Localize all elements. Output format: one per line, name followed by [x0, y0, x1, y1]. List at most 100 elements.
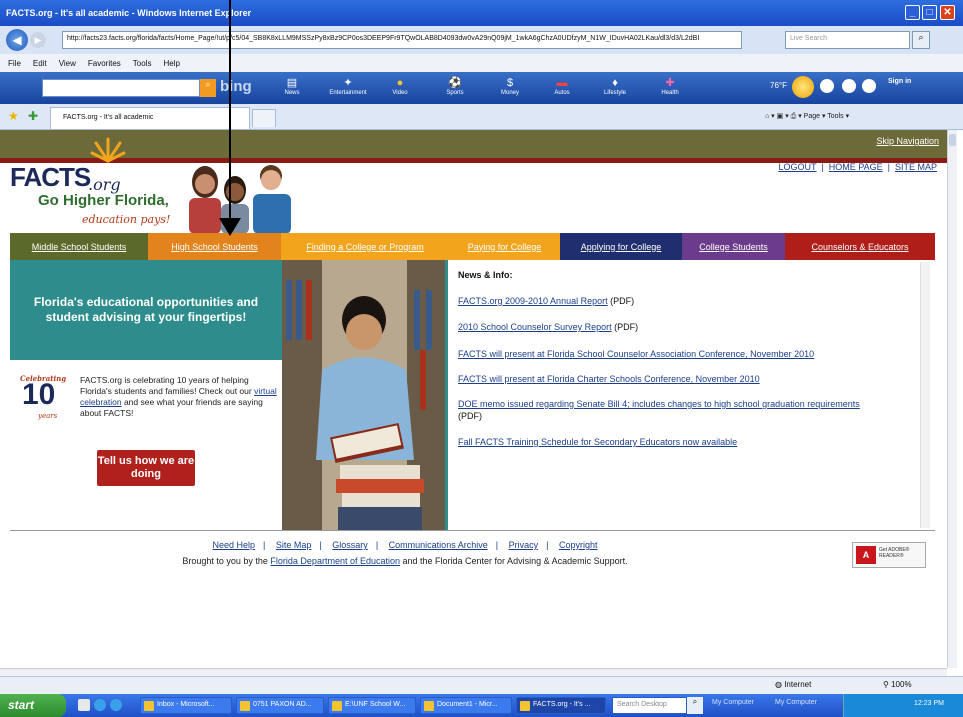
nav-counselors[interactable]: Counselors & Educators — [785, 233, 935, 260]
bing-toolbar: ⌕ bing ▤ News ✦ Entertainment ● Video ⚽ Spor… — [0, 72, 963, 104]
sun-icon — [792, 76, 814, 98]
back-arrow-icon: ◀ — [12, 33, 22, 47]
home-page-link[interactable]: HOME PAGE — [829, 162, 883, 172]
nav-paying-college[interactable]: Paying for College — [449, 233, 560, 260]
footer-site-map-link[interactable]: Site Map — [276, 540, 312, 550]
privacy-link[interactable]: Privacy — [509, 540, 539, 550]
my-computer-link[interactable]: My Computer — [775, 699, 817, 706]
menu-view[interactable]: View — [59, 59, 76, 68]
bing-search-input[interactable] — [42, 79, 200, 97]
adobe-pdf-icon: A — [856, 546, 876, 564]
ie-quicklaunch-icon[interactable] — [110, 699, 122, 711]
bing-item-money[interactable]: $ Money — [480, 76, 540, 96]
logo-facts[interactable]: FACTS — [10, 162, 91, 193]
menu-file[interactable]: File — [8, 59, 21, 68]
address-bar[interactable]: http://facts23.facts.org/florida/facts/H… — [62, 31, 742, 49]
command-bar[interactable]: ⌂ ▾ ▣ ▾ ⎙ ▾ Page ▾ Tools ▾ — [765, 112, 849, 121]
menu-help[interactable]: Help — [163, 59, 179, 68]
weather-temp: 76°F — [770, 81, 787, 90]
task-word[interactable]: Document1 - Micr... — [420, 697, 512, 714]
status-bar: ◍ Internet ⚲ 100% — [0, 676, 963, 694]
sign-in-button[interactable]: Sign in — [888, 78, 911, 85]
favorites-star-icon[interactable]: ★ — [8, 109, 19, 123]
news-link[interactable]: FACTS will present at Florida School Cou… — [458, 349, 814, 359]
messenger-icon[interactable] — [842, 79, 856, 93]
task-outlook[interactable]: Inbox - Microsoft... — [140, 697, 232, 714]
nav-applying-college[interactable]: Applying for College — [560, 233, 682, 260]
back-button[interactable]: ◀ — [6, 29, 28, 51]
new-tab-button[interactable] — [252, 109, 276, 127]
skip-navigation-link[interactable]: Skip Navigation — [876, 136, 939, 146]
bing-item-sports[interactable]: ⚽ Sports — [425, 76, 485, 96]
bing-search-icon[interactable]: ⌕ — [200, 79, 216, 97]
bing-item-entertainment[interactable]: ✦ Entertainment — [318, 76, 378, 96]
mail-icon[interactable] — [862, 79, 876, 93]
search-icon[interactable]: ⌕ — [687, 697, 703, 714]
settings-icon[interactable] — [820, 79, 834, 93]
get-adobe-reader-button[interactable]: A Get ADOBE® READER® — [852, 542, 926, 568]
ie-quicklaunch-icon[interactable] — [94, 699, 106, 711]
nav-finding-college[interactable]: Finding a College or Program — [281, 233, 449, 260]
bing-item-autos[interactable]: ▬ Autos — [532, 76, 592, 96]
site-map-link[interactable]: SITE MAP — [895, 162, 937, 172]
news-item: FACTS.org 2009-2010 Annual Report (PDF) — [458, 296, 635, 306]
add-favorites-icon[interactable]: ✚ — [28, 109, 38, 123]
video-icon: ● — [396, 77, 404, 89]
nav-high-school[interactable]: High School Students — [148, 233, 281, 260]
live-search-input[interactable]: Live Search — [785, 31, 910, 49]
tell-us-button[interactable]: Tell us how we are doing — [97, 450, 195, 486]
sports-icon: ⚽ — [448, 77, 462, 89]
task-ie-facts[interactable]: FACTS.org - It's ... — [516, 697, 606, 714]
student-reading-photo — [282, 260, 445, 530]
search-icon[interactable]: ⌕ — [912, 31, 930, 49]
clock[interactable]: 12:23 PM — [914, 700, 944, 707]
bing-item-video[interactable]: ● Video — [370, 76, 430, 96]
news-panel: News & Info: FACTS.org 2009-2010 Annual … — [448, 260, 933, 530]
zoom-level[interactable]: ⚲ 100% — [883, 680, 912, 689]
news-link[interactable]: 2010 School Counselor Survey Report — [458, 322, 612, 332]
celebrate-badge-number: 10 — [22, 378, 56, 411]
nav-middle-school[interactable]: Middle School Students — [10, 233, 148, 260]
taskbar: start Inbox - Microsoft... 0751 PAXON AD… — [0, 694, 963, 717]
address-row: ◀ ▶ http://facts23.facts.org/florida/fac… — [0, 26, 963, 54]
bing-item-news[interactable]: ▤ News — [262, 76, 322, 96]
page-horizontal-scrollbar[interactable] — [0, 668, 947, 676]
minimize-button[interactable]: _ — [905, 5, 920, 20]
maximize-button[interactable]: □ — [922, 5, 937, 20]
task-explorer[interactable]: E:\UNF School W... — [328, 697, 416, 714]
tab-facts[interactable]: FACTS.org - It's all academic — [50, 107, 250, 129]
news-link[interactable]: FACTS.org 2009-2010 Annual Report — [458, 296, 608, 306]
logo-tagline-sub: education pays! — [82, 213, 171, 226]
menu-edit[interactable]: Edit — [33, 59, 47, 68]
my-computer-link[interactable]: My Computer — [712, 699, 754, 706]
nav-college-students[interactable]: College Students — [682, 233, 785, 260]
menu-favorites[interactable]: Favorites — [88, 59, 121, 68]
page-vertical-scrollbar[interactable] — [947, 130, 957, 668]
glossary-link[interactable]: Glossary — [332, 540, 368, 550]
copyright-link[interactable]: Copyright — [559, 540, 598, 550]
forward-arrow-icon: ▶ — [34, 34, 42, 45]
scroll-thumb[interactable] — [949, 134, 956, 146]
news-link[interactable]: Fall FACTS Training Schedule for Seconda… — [458, 437, 737, 447]
news-item: Fall FACTS Training Schedule for Seconda… — [458, 436, 918, 448]
menu-tools[interactable]: Tools — [133, 59, 152, 68]
task-paxon[interactable]: 0751 PAXON AD... — [236, 697, 324, 714]
news-link[interactable]: FACTS will present at Florida Charter Sc… — [458, 374, 760, 384]
show-desktop-icon[interactable] — [78, 699, 90, 711]
logout-link[interactable]: LOGOUT — [778, 162, 816, 172]
bing-item-lifestyle[interactable]: ♦ Lifestyle — [585, 76, 645, 96]
outlook-icon — [144, 701, 154, 711]
bing-item-health[interactable]: ✚ Health — [640, 76, 700, 96]
need-help-link[interactable]: Need Help — [213, 540, 256, 550]
start-button[interactable]: start — [0, 694, 66, 717]
forward-button[interactable]: ▶ — [30, 32, 46, 48]
tab-row: ★ ✚ FACTS.org - It's all academic ⌂ ▾ ▣ … — [0, 104, 963, 130]
system-tray: 12:23 PM — [843, 694, 963, 717]
communications-archive-link[interactable]: Communications Archive — [389, 540, 488, 550]
fldoe-link[interactable]: Florida Department of Education — [270, 556, 400, 566]
search-desktop-input[interactable]: Search Desktop — [612, 697, 687, 714]
window-title-bar: FACTS.org - It's all academic - Windows … — [0, 0, 963, 26]
news-link[interactable]: DOE memo issued regarding Senate Bill 4;… — [458, 399, 860, 409]
news-scrollbar[interactable] — [920, 262, 930, 528]
close-button[interactable]: ✕ — [940, 5, 955, 20]
